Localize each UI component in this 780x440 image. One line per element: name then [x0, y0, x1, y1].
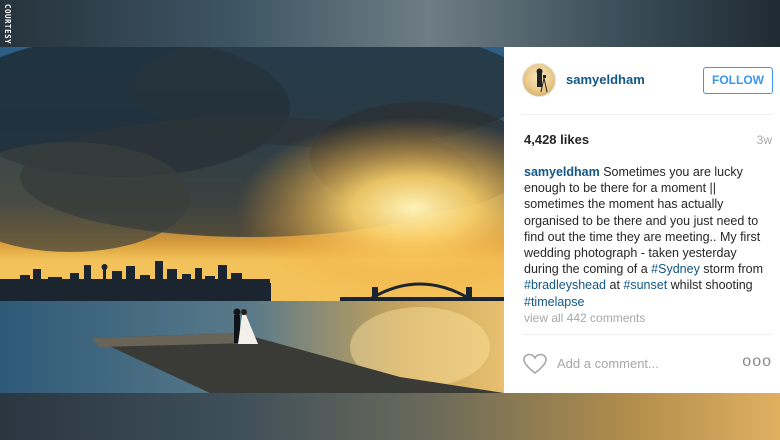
hashtag-sydney[interactable]: #Sydney	[651, 262, 700, 276]
background-blur-bottom	[0, 393, 780, 440]
caption-username-link[interactable]: samyeldham	[524, 165, 600, 179]
more-options-icon[interactable]: ooo	[742, 353, 772, 371]
caption-text: at	[606, 278, 624, 293]
caption-text: whilst shooting	[667, 278, 753, 293]
post-photo[interactable]	[0, 47, 504, 393]
background-blur-top	[0, 0, 780, 48]
follow-button[interactable]: FOLLOW	[703, 67, 773, 94]
caption-text: storm from	[699, 262, 764, 277]
post-age[interactable]: 3w	[757, 133, 772, 147]
likes-count[interactable]: 4,428 likes	[524, 132, 589, 147]
post-header: samyeldham FOLLOW	[504, 47, 780, 115]
divider	[522, 114, 772, 115]
post-caption: samyeldham Sometimes you are lucky enoug…	[524, 164, 770, 310]
hashtag-sunset[interactable]: #sunset	[623, 278, 667, 292]
add-comment-input[interactable]: Add a comment...	[557, 356, 659, 371]
hashtag-bradleyshead[interactable]: #bradleyshead	[524, 278, 606, 292]
divider	[522, 334, 772, 335]
view-all-comments-link[interactable]: view all 442 comments	[524, 311, 645, 325]
heart-outline-icon[interactable]	[522, 352, 548, 376]
caption-text: Sometimes you are lucky enough to be the…	[524, 165, 761, 277]
comment-bar: Add a comment... ooo	[504, 343, 780, 393]
username-link[interactable]: samyeldham	[566, 72, 645, 87]
hashtag-timelapse[interactable]: #timelapse	[524, 295, 584, 309]
post-details-panel: samyeldham FOLLOW 4,428 likes 3w samyeld…	[504, 47, 780, 393]
avatar[interactable]	[522, 63, 556, 97]
